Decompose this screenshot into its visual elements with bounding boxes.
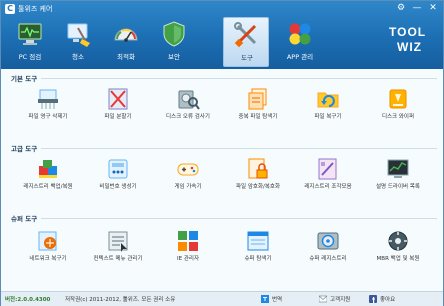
- super-registry-icon: [317, 232, 339, 250]
- file-shredder-icon: [38, 89, 58, 109]
- window-title: 툴위즈 케어: [18, 5, 53, 13]
- pc-check-icon: [18, 23, 42, 45]
- registry-defrag-icon: [318, 158, 337, 180]
- logo-text-line2: WIZ: [397, 40, 422, 54]
- section-title-basic: 기본 도구: [11, 75, 38, 83]
- section-divider: [41, 218, 437, 219]
- nav-app-manager[interactable]: APP 관리: [277, 17, 323, 67]
- nav-tools[interactable]: 도구: [223, 17, 269, 67]
- nav-label: 청소: [72, 53, 84, 61]
- password-generator-icon: [108, 159, 128, 179]
- section-divider: [41, 78, 437, 79]
- facebook-icon: [369, 295, 377, 303]
- app-logo-icon: C: [5, 4, 15, 14]
- status-bar: 버전:2.0.0.4300 저작권(c) 2011-2012, 툴위즈. 모든 …: [1, 291, 443, 306]
- nav-pc-check[interactable]: PC 점검: [7, 17, 53, 67]
- nav-label: 도구: [241, 54, 253, 62]
- nav-label: 보안: [168, 53, 180, 61]
- duplicate-finder-icon: [248, 88, 267, 110]
- file-encryption-icon: [248, 158, 268, 179]
- nav-label: 최적화: [117, 53, 135, 61]
- tool-label: 레지스트리 조각모음: [304, 184, 352, 190]
- tools-icon: [234, 22, 257, 48]
- cleaner-icon: [67, 23, 90, 47]
- context-menu-icon: [108, 231, 128, 252]
- header: C 툴위즈 케어 ⚙ — ✕ PC 점검 청소 최적화 보안 도구 APP 관리…: [1, 1, 443, 69]
- tool-mbr-backup[interactable]: MBR 백업 및 복원: [367, 229, 429, 265]
- tool-duplicate-finder[interactable]: 중복 파일 탐색기: [227, 87, 289, 123]
- tool-super-registry[interactable]: 슈퍼 레지스트리: [297, 229, 359, 265]
- nav-cleaner[interactable]: 청소: [55, 17, 101, 67]
- mail-icon: [319, 295, 327, 303]
- title-bar[interactable]: C 툴위즈 케어 ⚙ — ✕: [1, 1, 443, 17]
- like-link[interactable]: 좋아요: [380, 295, 395, 303]
- tool-file-recovery[interactable]: 파일 복구기: [297, 87, 359, 123]
- shield-icon: [163, 21, 185, 47]
- apps-icon: [289, 23, 311, 45]
- translate-link[interactable]: 번역: [272, 295, 282, 303]
- speedometer-icon: [114, 28, 138, 42]
- disk-check-icon: [178, 90, 200, 110]
- tool-label: 파일 분할기: [104, 114, 132, 120]
- minimize-button[interactable]: —: [409, 2, 425, 14]
- file-recovery-icon: [317, 92, 339, 108]
- tool-file-shredder[interactable]: 파일 영구 삭제기: [17, 87, 79, 123]
- registry-backup-icon: [39, 160, 57, 178]
- mbr-backup-icon: [388, 231, 408, 251]
- tool-driver-list[interactable]: 설명 드라이버 목록: [367, 157, 429, 193]
- tool-label: 게임 가속기: [174, 184, 202, 190]
- ie-manager-icon: [178, 231, 198, 251]
- nav-security[interactable]: 보안: [151, 17, 197, 67]
- main-window: C 툴위즈 케어 ⚙ — ✕ PC 점검 청소 최적화 보안 도구 APP 관리…: [0, 0, 444, 306]
- support-link[interactable]: 고객지원: [330, 295, 350, 303]
- tool-registry-backup[interactable]: 레지스트리 백업/복원: [17, 157, 79, 193]
- file-splitter-icon: [108, 88, 128, 110]
- tool-password-generator[interactable]: 비밀번호 생성기: [87, 157, 149, 193]
- tool-label: 레지스트리 백업/복원: [23, 184, 73, 190]
- tool-disk-check[interactable]: 디스크 오류 검사기: [157, 87, 219, 123]
- section-title-super: 슈퍼 도구: [11, 215, 38, 223]
- section-divider: [41, 148, 437, 149]
- tool-label: IE 관리자: [176, 256, 200, 262]
- tool-label: 설명 드라이버 목록: [376, 184, 420, 190]
- game-booster-icon: [177, 163, 199, 176]
- tool-super-explorer[interactable]: 슈퍼 탐색기: [227, 229, 289, 265]
- settings-icon[interactable]: ⚙: [393, 2, 409, 14]
- tool-disk-wiper[interactable]: 디스크 와이퍼: [367, 87, 429, 123]
- close-button[interactable]: ✕: [425, 2, 441, 14]
- tool-game-booster[interactable]: 게임 가속기: [157, 157, 219, 193]
- tool-registry-defrag[interactable]: 레지스트리 조각모음: [297, 157, 359, 193]
- nav-optimize[interactable]: 최적화: [103, 17, 149, 67]
- tool-label: 디스크 오류 검사기: [166, 114, 210, 120]
- tool-label: 중복 파일 탐색기: [238, 114, 278, 120]
- tool-file-encryption[interactable]: 파일 암호화/복호화: [227, 157, 289, 193]
- tool-label: 슈퍼 레지스트리: [309, 256, 347, 262]
- tool-label: 컨텍스트 메뉴 관리기: [93, 256, 143, 262]
- translate-icon: [261, 295, 269, 303]
- nav-label: PC 점검: [18, 53, 42, 61]
- tool-label: 파일 암호화/복호화: [235, 184, 281, 190]
- driver-list-icon: [387, 159, 409, 178]
- disk-wiper-icon: [389, 89, 407, 109]
- nav-label: APP 관리: [286, 53, 314, 61]
- tool-file-splitter[interactable]: 파일 분할기: [87, 87, 149, 123]
- tool-ie-manager[interactable]: IE 관리자: [157, 229, 219, 265]
- section-title-advanced: 고급 도구: [11, 145, 38, 153]
- toolwiz-logo: TOOL WIZ: [387, 23, 437, 63]
- network-repair-icon: [38, 231, 57, 251]
- logo-text-line1: TOOL: [389, 25, 427, 39]
- tool-label: 디스크 와이퍼: [381, 114, 415, 120]
- tool-label: MBR 백업 및 복원: [376, 256, 420, 262]
- tool-label: 네트워크 복구기: [29, 256, 67, 262]
- tool-label: 비밀번호 생성기: [99, 184, 137, 190]
- version-label: 버전:2.0.0.4300: [5, 297, 51, 303]
- copyright-text: 저작권(c) 2011-2012, 툴위즈. 모든 권리 소유: [65, 297, 176, 303]
- tool-label: 파일 복구기: [314, 114, 342, 120]
- tool-label: 파일 영구 삭제기: [28, 114, 68, 120]
- super-explorer-icon: [247, 231, 269, 251]
- tool-network-repair[interactable]: 네트워크 복구기: [17, 229, 79, 265]
- tool-context-menu[interactable]: 컨텍스트 메뉴 관리기: [87, 229, 149, 265]
- tool-label: 슈퍼 탐색기: [244, 256, 272, 262]
